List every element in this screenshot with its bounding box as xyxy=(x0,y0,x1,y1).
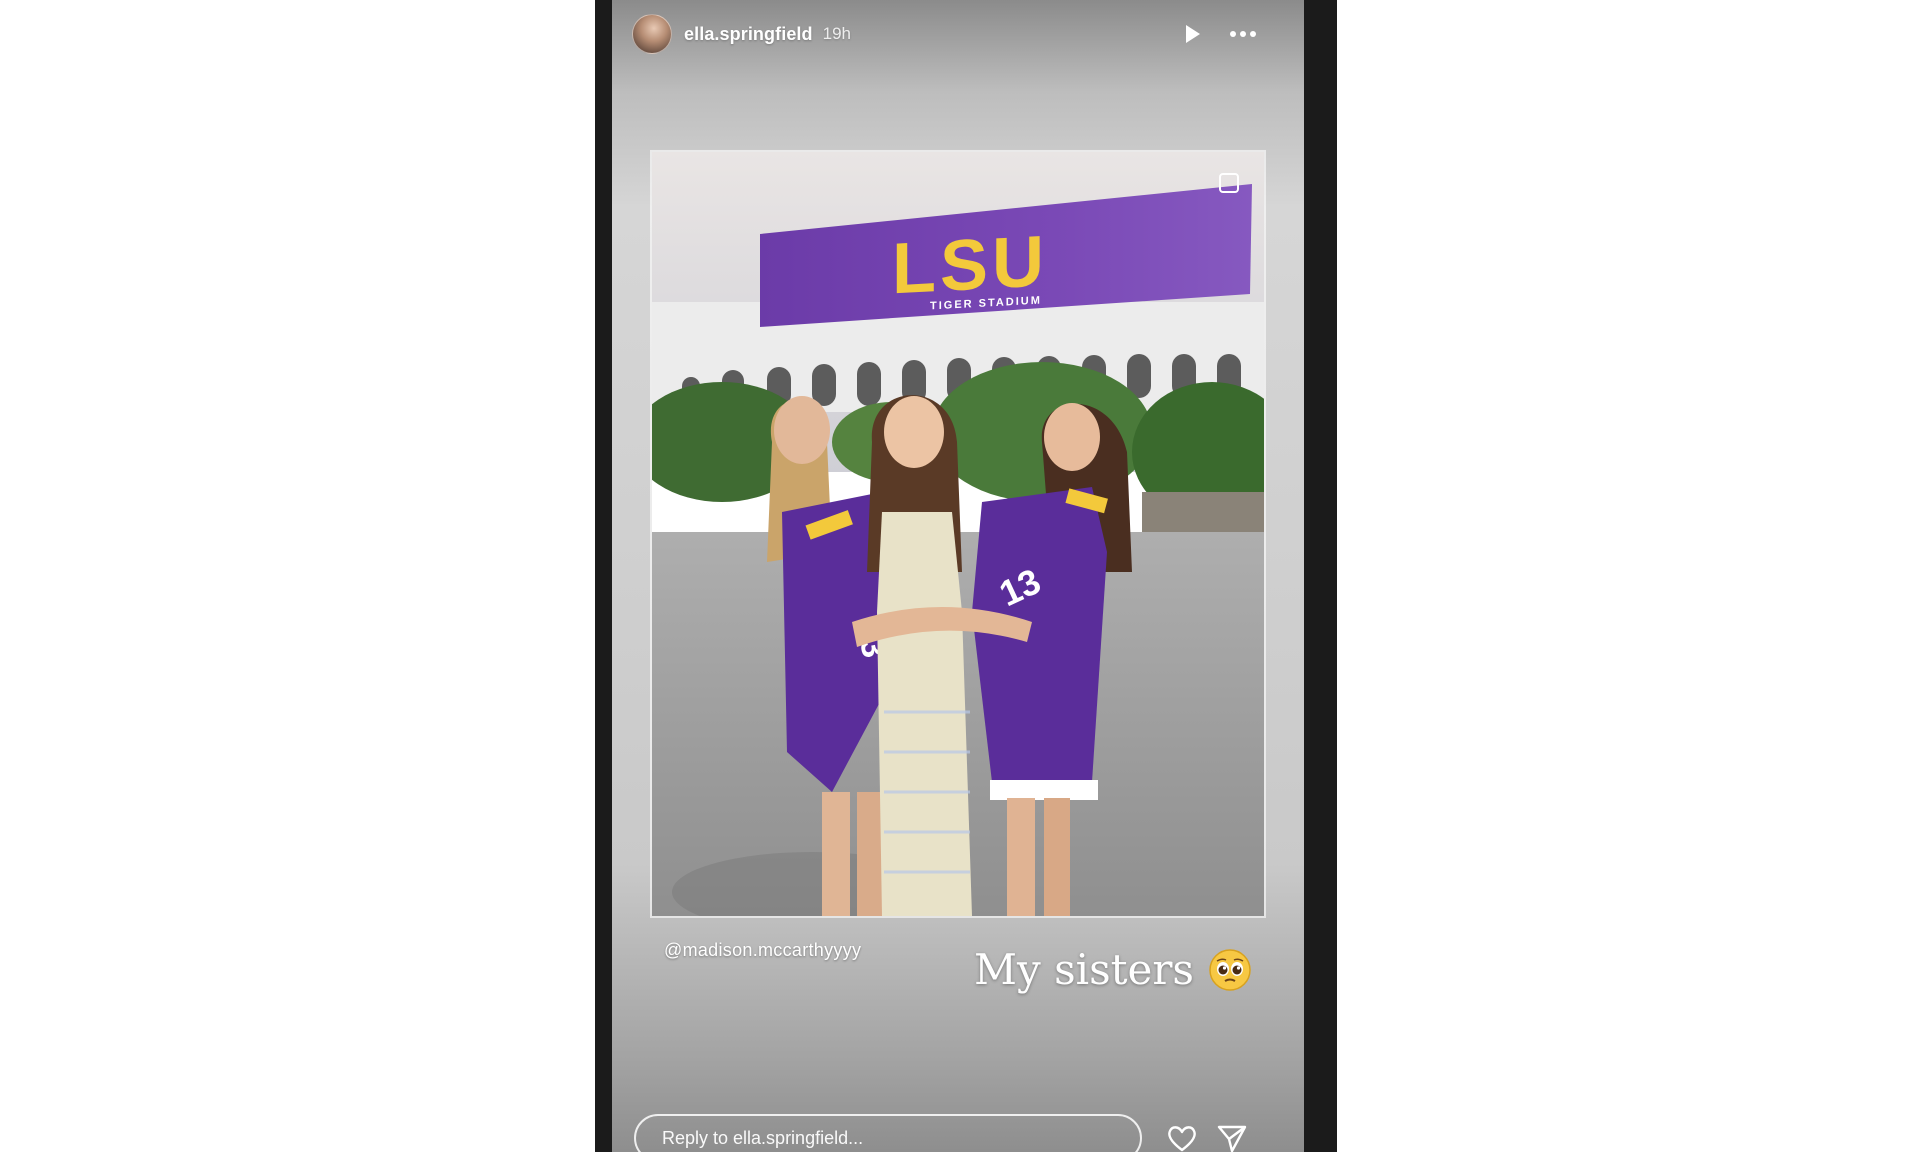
story-header: ella.springfield 19h xyxy=(632,12,1284,56)
story-photo: LSU TIGER STADIUM 13 xyxy=(652,152,1264,916)
pleading-face-emoji-icon xyxy=(1208,948,1252,992)
caption: My sisters xyxy=(974,945,1252,994)
play-icon[interactable] xyxy=(1180,22,1204,46)
reply-input[interactable] xyxy=(634,1114,1142,1152)
header-actions xyxy=(1180,22,1258,46)
story-viewer: ella.springfield 19h LSU TIGER STADIUM 1… xyxy=(612,0,1304,1152)
send-icon[interactable] xyxy=(1216,1122,1248,1152)
avatar[interactable] xyxy=(632,14,672,54)
reply-bar xyxy=(634,1112,1294,1152)
page: ella.springfield 19h LSU TIGER STADIUM 1… xyxy=(0,0,1920,1152)
heart-icon[interactable] xyxy=(1166,1122,1198,1152)
username[interactable]: ella.springfield xyxy=(684,24,813,45)
more-icon[interactable] xyxy=(1228,22,1258,46)
timestamp: 19h xyxy=(822,24,852,43)
mention-sticker[interactable]: @madison.mccarthyyyy xyxy=(664,940,861,961)
caption-text: My sisters xyxy=(974,945,1194,994)
